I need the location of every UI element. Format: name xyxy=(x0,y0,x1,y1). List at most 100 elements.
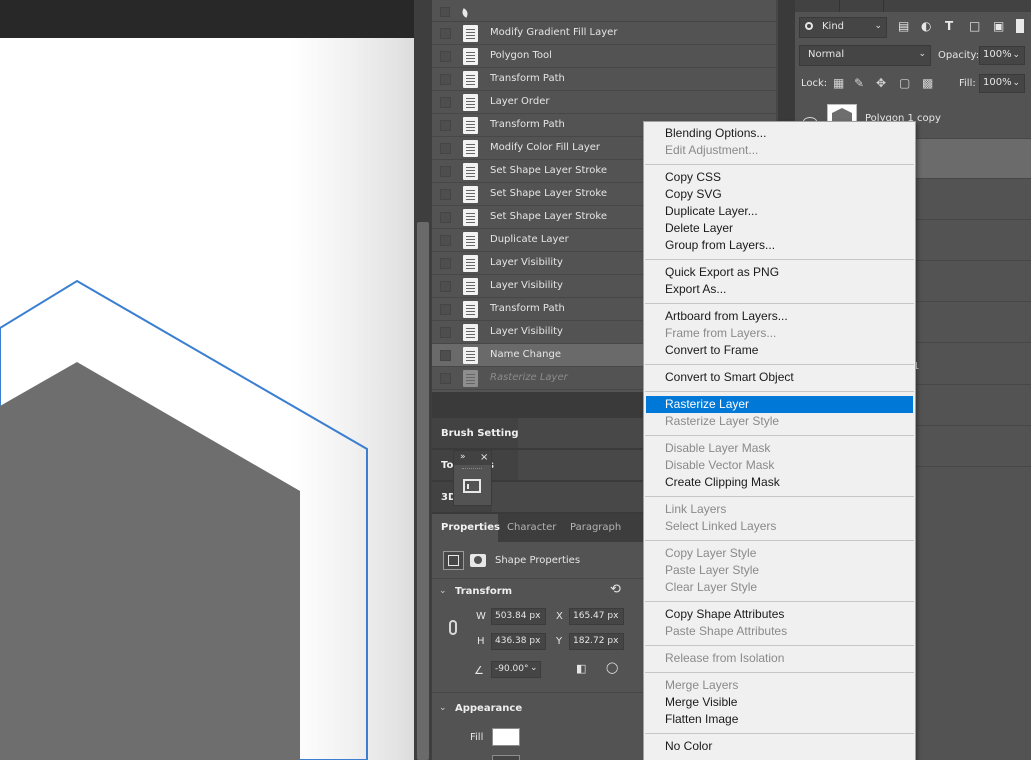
history-source-checkbox[interactable] xyxy=(440,7,450,17)
tab-brush-settings[interactable]: Brush Settings xyxy=(432,418,524,448)
hexagon-filled-shape[interactable] xyxy=(0,362,300,760)
lock-artboard-icon[interactable]: ▢ xyxy=(899,76,910,90)
measurement-tool-icon[interactable] xyxy=(463,479,481,493)
menu-item-convert-to-smart-object[interactable]: Convert to Smart Object xyxy=(646,369,913,386)
history-item-label: Modify Color Fill Layer xyxy=(490,142,601,153)
menu-separator xyxy=(645,259,914,260)
height-field[interactable]: 436.38 px xyxy=(491,633,546,650)
history-state-icon xyxy=(463,163,478,180)
history-state-icon xyxy=(463,209,478,226)
menu-item-group-from-layers[interactable]: Group from Layers... xyxy=(646,237,913,254)
opacity-field[interactable]: 100% ⌄ xyxy=(979,46,1025,65)
menu-item-copy-shape-attributes[interactable]: Copy Shape Attributes xyxy=(646,606,913,623)
tab-properties[interactable]: Properties xyxy=(432,514,500,542)
menu-item-merge-visible[interactable]: Merge Visible xyxy=(646,694,913,711)
scrollbar-thumb[interactable] xyxy=(417,222,429,760)
blend-mode-select[interactable]: Normal ⌄ xyxy=(799,45,931,66)
canvas-scrollbar[interactable] xyxy=(414,0,432,760)
width-field[interactable]: 503.84 px xyxy=(491,608,546,625)
history-state-icon xyxy=(463,232,478,249)
menu-item-clear-layer-style: Clear Layer Style xyxy=(665,580,758,594)
chevron-down-icon: ⌄ xyxy=(1012,78,1020,88)
x-field[interactable]: 165.47 px xyxy=(569,608,624,625)
chevron-down-icon[interactable]: ⌄ xyxy=(439,586,447,596)
menu-item-artboard-from-layers[interactable]: Artboard from Layers... xyxy=(646,308,913,325)
menu-item-copy-svg[interactable]: Copy SVG xyxy=(646,186,913,203)
history-source-checkbox[interactable] xyxy=(440,350,451,361)
menu-item-no-color[interactable]: No Color xyxy=(646,738,913,755)
history-source-checkbox[interactable] xyxy=(440,51,451,62)
close-icon[interactable]: × xyxy=(480,452,488,463)
chevron-down-icon: ⌄ xyxy=(874,21,882,31)
filter-toggle-icon[interactable] xyxy=(1016,19,1024,33)
flip-horizontal-icon[interactable]: ◧ xyxy=(576,662,586,675)
flip-vertical-icon[interactable]: ◯ xyxy=(606,661,618,674)
link-dimensions-icon[interactable] xyxy=(449,620,457,635)
layer-fill-field[interactable]: 100% ⌄ xyxy=(979,74,1025,93)
menu-item-convert-to-frame[interactable]: Convert to Frame xyxy=(646,342,913,359)
menu-item-delete-layer[interactable]: Delete Layer xyxy=(646,220,913,237)
history-source-checkbox[interactable] xyxy=(440,235,451,246)
lock-image-pixels-icon[interactable]: ✎ xyxy=(854,76,864,90)
live-shape-icon[interactable] xyxy=(443,551,464,570)
history-source-checkbox[interactable] xyxy=(440,74,451,85)
history-source-checkbox[interactable] xyxy=(440,373,451,384)
menu-item-flatten-image[interactable]: Flatten Image xyxy=(646,711,913,728)
layer-filter-kind-select[interactable]: Kind ⌄ xyxy=(799,17,887,38)
lock-position-icon[interactable]: ✥ xyxy=(876,76,886,90)
history-item[interactable]: Polygon Tool xyxy=(432,45,778,68)
history-item[interactable]: Modify Gradient Fill Layer xyxy=(432,22,778,45)
layer-fill-label: Fill: xyxy=(959,78,976,89)
menu-item-export-as[interactable]: Export As... xyxy=(646,281,913,298)
floating-panel-header[interactable]: » × xyxy=(454,451,491,465)
history-snapshot-row[interactable] xyxy=(432,0,778,22)
history-item[interactable]: Layer Order xyxy=(432,91,778,114)
menu-item-duplicate-layer[interactable]: Duplicate Layer... xyxy=(646,203,913,220)
tab-character[interactable]: Character xyxy=(507,514,556,542)
reset-transform-icon[interactable]: ⟲ xyxy=(610,582,621,597)
history-state-icon xyxy=(463,94,478,111)
filter-adjustment-icon[interactable]: ◐ xyxy=(921,19,931,33)
menu-item-blending-options[interactable]: Blending Options... xyxy=(646,125,913,142)
filter-pixel-icon[interactable]: ▤ xyxy=(898,19,909,33)
y-field[interactable]: 182.72 px xyxy=(569,633,624,650)
menu-separator xyxy=(645,391,914,392)
filter-smart-object-icon[interactable]: ▣ xyxy=(993,19,1004,33)
menu-separator xyxy=(645,733,914,734)
history-source-checkbox[interactable] xyxy=(440,166,451,177)
menu-item-rasterize-layer[interactable]: Rasterize Layer xyxy=(646,396,913,413)
properties-panel: Properties Character Paragraph Shape Pro… xyxy=(432,514,646,760)
history-source-checkbox[interactable] xyxy=(440,327,451,338)
document-canvas[interactable] xyxy=(0,38,414,760)
history-source-checkbox[interactable] xyxy=(440,143,451,154)
menu-item-copy-css[interactable]: Copy CSS xyxy=(646,169,913,186)
history-source-checkbox[interactable] xyxy=(440,258,451,269)
lock-transparency-icon[interactable]: ▦ xyxy=(833,76,844,90)
tab-paragraph[interactable]: Paragraph xyxy=(570,514,621,542)
history-item-label: Duplicate Layer xyxy=(490,234,569,245)
menu-separator xyxy=(645,435,914,436)
menu-item-create-clipping-mask[interactable]: Create Clipping Mask xyxy=(646,474,913,491)
expand-panel-icon[interactable]: » xyxy=(460,452,466,462)
appearance-title: Appearance xyxy=(455,703,523,714)
lock-all-icon[interactable]: ▩ xyxy=(922,76,933,90)
history-source-checkbox[interactable] xyxy=(440,97,451,108)
filter-type-icon[interactable]: T xyxy=(945,19,953,33)
drag-grip[interactable] xyxy=(462,468,482,470)
history-source-checkbox[interactable] xyxy=(440,189,451,200)
menu-item-quick-export-as-png[interactable]: Quick Export as PNG xyxy=(646,264,913,281)
fill-color-swatch[interactable] xyxy=(492,728,520,746)
floating-tool-panel[interactable]: » × xyxy=(453,450,492,506)
stroke-color-swatch[interactable] xyxy=(492,755,520,760)
history-source-checkbox[interactable] xyxy=(440,304,451,315)
properties-tabs: Properties Character Paragraph xyxy=(432,514,646,542)
history-source-checkbox[interactable] xyxy=(440,120,451,131)
filter-shape-icon[interactable]: □ xyxy=(969,19,980,33)
chevron-down-icon[interactable]: ⌄ xyxy=(439,703,447,713)
history-item[interactable]: Transform Path xyxy=(432,68,778,91)
history-source-checkbox[interactable] xyxy=(440,212,451,223)
history-source-checkbox[interactable] xyxy=(440,281,451,292)
angle-dropdown-chevron-icon[interactable]: ⌄ xyxy=(530,663,538,673)
mask-icon[interactable] xyxy=(470,554,486,567)
history-source-checkbox[interactable] xyxy=(440,28,451,39)
